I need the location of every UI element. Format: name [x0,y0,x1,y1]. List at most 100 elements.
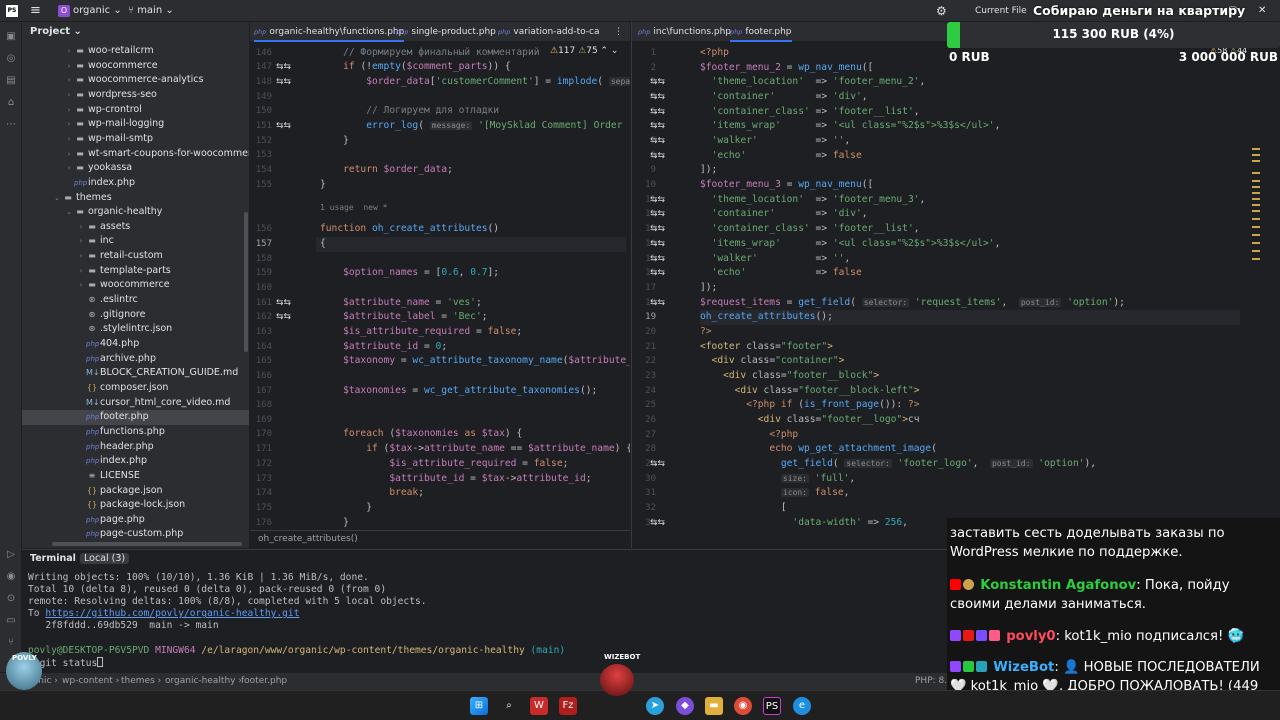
tree-item[interactable]: › ▬ retail-custom [22,249,249,264]
tree-item[interactable]: {} package-lock.json [22,498,249,513]
filezilla-icon[interactable]: Fz [559,697,577,715]
tree-item[interactable]: M↓BLOCK_CREATION_GUIDE.md [22,366,249,381]
branch-switcher[interactable]: ⑂ main ⌄ [128,3,174,19]
gutter-icon[interactable]: ⇆⇆ [650,239,665,249]
start-icon[interactable]: ⊞ [470,697,488,715]
editor-left[interactable]: php organic-healthy\functions.php php sing… [250,22,630,548]
problems-icon[interactable]: ⊙ [4,592,18,606]
tree-item[interactable]: › ▬ inc [22,234,249,249]
tab-single-product[interactable]: php single-product.php [396,22,496,42]
tree-item[interactable]: ≡ LICENSE [22,469,249,484]
error-stripe-mark[interactable] [1252,160,1260,162]
gutter-icon[interactable]: ⇆⇆ [276,77,291,87]
edge-icon[interactable]: e [793,697,811,715]
chrome-icon[interactable]: ◉ [734,697,752,715]
main-menu-icon[interactable]: ≡ [30,3,41,19]
more-icon[interactable]: ⋯ [4,118,18,132]
tabs-more-icon[interactable]: ⋮ [614,22,623,42]
tree-item[interactable]: ⊛ .gitignore [22,308,249,323]
tree-item[interactable]: › ▬ wp-mail-logging [22,117,249,132]
gutter-icon[interactable]: ⇆⇆ [650,298,665,308]
chevron-right-icon[interactable]: › [64,117,74,132]
tree-item[interactable]: › ▬ assets [22,220,249,235]
commit-icon[interactable]: ◎ [4,52,18,66]
tree-item[interactable]: phparchive.php [22,352,249,367]
chevron-right-icon[interactable]: › [76,234,86,249]
error-stripe[interactable] [1248,168,1258,418]
gutter-icon[interactable]: ⇆⇆ [650,151,665,161]
status-crumb[interactable]: footer.php [241,676,287,686]
chevron-right-icon[interactable]: › [64,161,74,176]
tree-item[interactable]: › ▬ woocommerce [22,59,249,74]
usage-hint[interactable]: 1 usage new * [320,201,387,216]
bookmarks-icon[interactable]: ⌂ [4,96,18,110]
tree-item[interactable]: phpindex.php [22,176,249,191]
editor-right[interactable]: php inc\functions.php php footer.php 1 <?ph… [631,22,1280,548]
tree-item[interactable]: ⊛ .stylelintrc.json [22,322,249,337]
chevron-right-icon[interactable]: › [76,249,86,264]
tab-variation-add[interactable]: php variation-add-to-ca [498,22,600,42]
tree-item[interactable]: › ▬ wp-crontrol [22,103,249,118]
chevron-down-icon[interactable]: ⌄ [52,191,62,206]
error-stripe-mark[interactable] [1252,148,1260,150]
gutter-icon[interactable]: ⇆⇆ [650,77,665,87]
tree-item[interactable]: ⌄ ▬ organic-healthy [22,205,249,220]
tree-item[interactable]: phppage-custom.php [22,527,249,542]
status-crumb[interactable]: wp-content › [62,676,119,686]
structure-icon[interactable]: ▤ [4,74,18,88]
tab-inc-functions[interactable]: php inc\functions.php [638,22,731,42]
gutter-icon[interactable]: ⇆⇆ [650,224,665,234]
tree-item[interactable]: {} composer.json [22,381,249,396]
inspection-widget[interactable]: ⚠117 ⚠75 ⌃ ⌄ [550,46,619,56]
chevron-right-icon[interactable]: › [76,220,86,235]
tree-item[interactable]: › ▬ woocommerce-analytics [22,73,249,88]
chevron-right-icon[interactable]: › [76,278,86,293]
terminal-panel[interactable]: Terminal Local (3) Writing objects: 100%… [22,549,947,672]
gutter-icon[interactable]: ⇆⇆ [276,62,291,72]
telegram-icon[interactable]: ➤ [646,697,664,715]
chevron-right-icon[interactable]: › [64,88,74,103]
tree-item[interactable]: phpfunctions.php [22,425,249,440]
gutter-icon[interactable]: ⇆⇆ [650,92,665,102]
gutter-icon[interactable]: ⇆⇆ [650,136,665,146]
chevron-right-icon[interactable]: › [64,44,74,59]
tree-item[interactable]: › ▬ woocommerce [22,278,249,293]
tree-item[interactable]: phpindex.php [22,454,249,469]
tree-item[interactable]: phpheader.php [22,440,249,455]
gutter-icon[interactable]: ⇆⇆ [650,254,665,264]
folder-icon[interactable]: ▣ [4,30,18,44]
obsidian-icon[interactable]: ◆ [676,697,694,715]
tab-terminal[interactable]: Terminal [30,553,76,564]
run-icon[interactable]: ▷ [4,548,18,562]
gutter-icon[interactable]: ⇆⇆ [650,195,665,205]
git-icon[interactable]: ⑂ [4,636,18,650]
chevron-right-icon[interactable]: › [64,103,74,118]
status-crumb[interactable]: themes › [121,676,161,686]
tree-item[interactable]: M↓cursor_html_core_video.md [22,396,249,411]
terminal-link[interactable]: https://github.com/povly/organic-healthy… [45,608,299,619]
gutter-icon[interactable]: ⇆⇆ [650,121,665,131]
error-stripe-mark[interactable] [1252,154,1260,156]
chevron-right-icon[interactable]: › [64,59,74,74]
chevron-right-icon[interactable]: › [64,73,74,88]
tree-item[interactable]: ⌄ ▬ themes [22,191,249,206]
gutter-icon[interactable]: ⇆⇆ [276,298,291,308]
terminal-icon[interactable]: ▭ [4,614,18,628]
tree-item[interactable]: › ▬ yookassa [22,161,249,176]
tree-item[interactable]: php404.php [22,337,249,352]
services-icon[interactable]: ◉ [4,570,18,584]
gutter-icon[interactable]: ⇆⇆ [650,107,665,117]
tree-item[interactable]: › ▬ wt-smart-coupons-for-woocommerce [22,147,249,162]
project-panel-header[interactable]: Project ⌄ [22,22,249,42]
tree-item[interactable]: phppage.php [22,513,249,528]
gutter-icon[interactable]: ⇆⇆ [276,312,291,322]
app-w-icon[interactable]: W [530,697,548,715]
project-switcher[interactable]: organic ⌄ [73,3,122,19]
chevron-down-icon[interactable]: ⌄ [64,205,74,220]
breadcrumb-function[interactable]: oh_create_attributes() [258,534,358,544]
status-crumb[interactable]: organic-healthy › [165,676,242,686]
chevron-right-icon[interactable]: › [64,132,74,147]
gutter-icon[interactable]: ⇆⇆ [650,459,665,469]
gutter-icon[interactable]: ⇆⇆ [650,268,665,278]
gutter-icon[interactable]: ⇆⇆ [650,209,665,219]
